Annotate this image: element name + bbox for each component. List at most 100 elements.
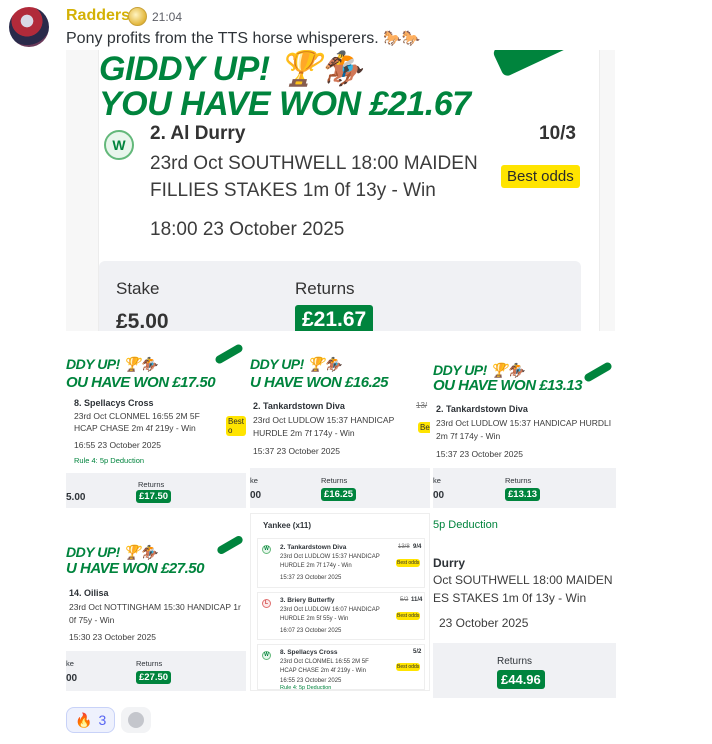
returns-label: Returns [138, 480, 165, 489]
win-badge: W [262, 651, 271, 660]
returns-label: Returns [321, 476, 348, 485]
smiley-icon [128, 712, 145, 728]
leg-race-line-2: HURDLE 2m 5f 55y - Win [280, 616, 349, 622]
leg-odds: 9/4 [413, 544, 422, 550]
bet-slip-image-b[interactable]: DDY UP! 🏆🏇 U HAVE WON £16.25 2. Tankards… [250, 340, 430, 508]
card-header: DDY UP! 🏆🏇 [66, 356, 158, 372]
server-badge-icon [128, 7, 147, 26]
stake-label: ke [250, 476, 258, 485]
race-line-2: HCAP CHASE 2m 4f 219y - Win [74, 423, 196, 433]
leg-race-line-1: 23rd Oct CLONMEL 16:55 2M 5F [280, 659, 369, 665]
leg-odds: 5/2 [413, 649, 422, 655]
bet-slip-image-a[interactable]: DDY UP! 🏆🏇 OU HAVE WON £17.50 8. Spellac… [66, 340, 246, 508]
reaction-fire[interactable]: 🔥 3 [66, 707, 116, 733]
selection-name: 2. Tankardstown Diva [253, 401, 345, 411]
race-line-1: 23rd Oct NOTTINGHAM 15:30 HANDICAP 1r [69, 602, 241, 612]
stake-returns-box: ke 00 Returns £27.50 [66, 651, 246, 691]
reactions-bar: 🔥 3 [66, 707, 152, 733]
lose-badge: L [262, 599, 271, 608]
leg-datetime: 16:55 23 October 2025 [280, 678, 342, 684]
bet-slip-image-main[interactable]: GIDDY UP! 🏆🏇 YOU HAVE WON £21.67 W 2. Al… [66, 50, 615, 331]
race-line-2: 2m 7f 174y - Win [436, 431, 501, 441]
leg-race-line-1: 23rd Oct LUDLOW 16:07 HANDICAP [280, 607, 380, 613]
race-line-2: 0f 75y - Win [69, 615, 115, 625]
returns-value: £17.50 [136, 490, 172, 503]
race-datetime: 23 October 2025 [439, 616, 529, 630]
leg-odds: 11/4 [411, 597, 423, 603]
stake-value: 00 [250, 490, 262, 501]
selection-name: 8. Spellacys Cross [74, 398, 154, 408]
win-headline: OU HAVE WON £13.13 [433, 377, 583, 394]
bet-slip-image-f[interactable]: 5p Deduction Durry Oct SOUTHWELL 18:00 M… [433, 513, 616, 698]
bet-slip-image-yankee[interactable]: Yankee (x11) W 2. Tankardstown Diva 13/8… [250, 513, 430, 691]
race-datetime: 15:30 23 October 2025 [69, 632, 156, 642]
stake-value: £5.00 [116, 310, 169, 331]
stake-value: 5.00 [66, 492, 86, 503]
yankee-leg-1: W 2. Tankardstown Diva 13/8 9/4 23rd Oct… [257, 538, 425, 588]
decor-stripe [214, 343, 244, 365]
best-odds-badge: Best odds [396, 559, 421, 567]
win-headline: U HAVE WON £16.25 [250, 374, 388, 391]
best-odds-badge: Best odds [396, 612, 421, 620]
decor-stripe [583, 361, 613, 383]
odds: 10/3 [539, 123, 576, 144]
leg-race-line-1: 23rd Oct LUDLOW 15:37 HANDICAP [280, 554, 380, 560]
yankee-leg-3: W 8. Spellacys Cross 5/2 23rd Oct CLONME… [257, 644, 425, 690]
returns-value: £13.13 [505, 488, 541, 501]
returns-value: £44.96 [497, 670, 545, 689]
reaction-count: 3 [98, 712, 107, 728]
win-headline: YOU HAVE WON £21.67 [99, 85, 471, 123]
bet-slip-image-d[interactable]: DDY UP! 🏆🏇 U HAVE WON £27.50 14. Oilisa … [66, 533, 246, 691]
odds-struck: 13/ [416, 401, 428, 410]
message-text: Pony profits from the TTS horse whispere… [66, 29, 421, 48]
selection-name: 2. Tankardstown Diva [436, 404, 528, 414]
win-headline: OU HAVE WON £17.50 [66, 374, 216, 391]
header-partial: GIDDY UP! 🏆🏇 [99, 50, 363, 88]
returns-label: Returns [505, 476, 532, 485]
race-line-2: FILLIES STAKES 1m 0f 13y - Win [150, 180, 436, 201]
best-odds-badge: Best odds [501, 165, 580, 188]
leg-odds-struck: 13/8 [398, 544, 410, 550]
avatar[interactable] [9, 7, 49, 47]
race-line-2: ES STAKES 1m 0f 13y - Win [433, 591, 587, 605]
bet-type-title: Yankee (x11) [263, 521, 312, 530]
stake-value: 00 [66, 673, 78, 684]
race-line-2: HURDLE 2m 7f 174y - Win [253, 428, 355, 438]
stake-returns-box: ke 00 Returns £13.13 [433, 468, 616, 508]
win-badge: W [262, 545, 271, 554]
race-line-1: 23rd Oct CLONMEL 16:55 2M 5F [74, 411, 200, 421]
race-line-1: 23rd Oct LUDLOW 15:37 HANDICAP HURDLI [436, 418, 612, 428]
best-odds-badge: Best odds [396, 663, 421, 671]
stake-returns-box: Returns £44.96 [433, 643, 616, 698]
stake-label: ke [433, 476, 441, 485]
add-reaction-button[interactable] [121, 707, 152, 733]
returns-value: £21.67 [295, 305, 374, 331]
message-body: Pony profits from the TTS horse whispere… [66, 30, 379, 47]
bet-slip-image-c[interactable]: DDY UP! 🏆🏇 OU HAVE WON £13.13 2. Tankard… [433, 340, 616, 508]
race-line-1: 23rd Oct SOUTHWELL 18:00 MAIDEN [150, 153, 478, 174]
rule-4-note: Rule 4: 5p Deduction [280, 685, 332, 691]
best-odds-badge: Bes [418, 422, 430, 433]
race-line-1: 23rd Oct LUDLOW 15:37 HANDICAP [253, 415, 395, 425]
race-datetime: 18:00 23 October 2025 [150, 219, 345, 240]
race-datetime: 16:55 23 October 2025 [74, 440, 161, 450]
stake-returns-box: ke 00 Returns £16.25 [250, 468, 430, 508]
decor-stripe [491, 50, 587, 78]
stake-label: Stake [116, 279, 160, 298]
leg-selection: 3. Briery Butterfly [280, 597, 335, 604]
stake-returns-box: 5.00 Returns £17.50 [66, 473, 246, 508]
returns-label: Returns [136, 659, 163, 668]
leg-selection: 2. Tankardstown Diva [280, 544, 347, 551]
returns-label: Returns [497, 656, 533, 667]
yankee-leg-2: L 3. Briery Butterfly 5/2 11/4 23rd Oct … [257, 592, 425, 640]
decor-stripe [215, 534, 245, 556]
username[interactable]: Radders [66, 7, 130, 25]
leg-race-line-2: HCAP CHASE 2m 4f 219y - Win [280, 668, 366, 674]
card-header: DDY UP! 🏆🏇 [66, 544, 158, 560]
race-datetime: 15:37 23 October 2025 [253, 446, 340, 456]
stake-value: 00 [433, 490, 445, 501]
leg-odds-struck: 5/2 [400, 597, 409, 603]
rule-4-note: Rule 4: 5p Deduction [74, 456, 145, 465]
bet-slip-panel: GIDDY UP! 🏆🏇 YOU HAVE WON £21.67 W 2. Al… [99, 50, 599, 331]
returns-label: Returns [295, 279, 355, 298]
